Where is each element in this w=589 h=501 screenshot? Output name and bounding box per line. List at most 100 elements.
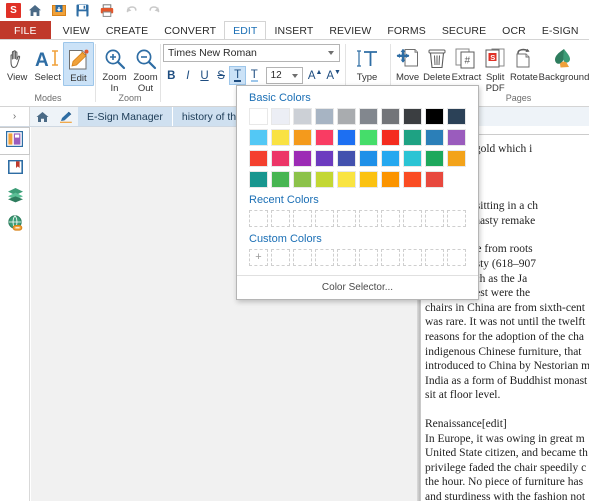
bold-button[interactable]: B — [163, 66, 180, 85]
print-icon[interactable] — [96, 2, 117, 20]
color-swatch[interactable] — [249, 171, 268, 188]
background-button[interactable]: Background — [539, 42, 589, 84]
color-swatch[interactable] — [447, 108, 466, 125]
color-swatch[interactable] — [425, 129, 444, 146]
zoom-in-button[interactable]: Zoom In — [99, 42, 130, 94]
color-swatch[interactable] — [271, 129, 290, 146]
recent-color-slot[interactable] — [403, 210, 422, 227]
shrink-font-button[interactable]: A▼ — [324, 66, 343, 85]
undo-icon[interactable] — [120, 2, 141, 20]
color-swatch[interactable] — [293, 150, 312, 167]
sidebar-item-links[interactable] — [0, 211, 30, 239]
color-swatch[interactable] — [293, 108, 312, 125]
color-swatch[interactable] — [271, 171, 290, 188]
color-swatch[interactable] — [381, 129, 400, 146]
underline-button[interactable]: U — [196, 66, 213, 85]
color-swatch[interactable] — [271, 150, 290, 167]
menu-item-ocr[interactable]: OCR — [494, 21, 534, 40]
font-family-select[interactable]: Times New Roman — [163, 44, 340, 62]
home-tab-icon[interactable] — [30, 107, 54, 126]
color-swatch[interactable] — [359, 108, 378, 125]
menu-item-review[interactable]: REVIEW — [321, 21, 379, 40]
basic-colors-grid[interactable] — [237, 108, 478, 192]
color-swatch[interactable] — [315, 150, 334, 167]
strikethrough-button[interactable]: S — [213, 66, 230, 85]
redo-icon[interactable] — [144, 2, 165, 20]
color-swatch[interactable] — [359, 129, 378, 146]
color-swatch[interactable] — [249, 129, 268, 146]
delete-page-button[interactable]: Delete — [422, 42, 451, 84]
color-swatch[interactable] — [447, 150, 466, 167]
recent-color-slot[interactable] — [425, 210, 444, 227]
recent-color-slot[interactable] — [337, 210, 356, 227]
color-swatch[interactable] — [425, 108, 444, 125]
rotate-page-button[interactable]: Rotate — [509, 42, 539, 84]
color-swatch[interactable] — [315, 108, 334, 125]
color-swatch[interactable] — [403, 129, 422, 146]
color-swatch[interactable] — [315, 129, 334, 146]
color-swatch[interactable] — [403, 171, 422, 188]
menu-item-file[interactable]: FILE — [0, 21, 51, 40]
color-swatch[interactable] — [403, 150, 422, 167]
highlight-color-button[interactable]: T — [246, 66, 263, 85]
color-selector-button[interactable]: Color Selector... — [237, 275, 478, 299]
mode-edit-button[interactable]: Edit — [62, 42, 95, 86]
extract-pages-button[interactable]: # Extract — [451, 42, 481, 84]
save-icon[interactable] — [72, 2, 93, 20]
menu-item-edit[interactable]: EDIT — [224, 21, 267, 40]
recent-color-slot[interactable] — [381, 210, 400, 227]
color-picker-popup[interactable]: Basic Colors Recent Colors Custom Colors… — [236, 85, 479, 300]
custom-color-slot[interactable] — [425, 249, 444, 266]
text-color-button[interactable]: T — [229, 66, 247, 85]
split-pdf-button[interactable]: S Split PDF — [482, 42, 509, 94]
color-swatch[interactable] — [293, 171, 312, 188]
custom-color-slot[interactable] — [293, 249, 312, 266]
custom-color-slot[interactable] — [403, 249, 422, 266]
sidebar-expand-toggle[interactable]: › — [0, 107, 30, 126]
recent-color-slot[interactable] — [271, 210, 290, 227]
color-swatch[interactable] — [249, 108, 268, 125]
color-swatch[interactable] — [359, 150, 378, 167]
grow-font-button[interactable]: A▲ — [306, 66, 325, 85]
menu-item-secure[interactable]: SECURE — [434, 21, 494, 40]
color-swatch[interactable] — [293, 129, 312, 146]
custom-color-slot[interactable] — [359, 249, 378, 266]
menu-item-insert[interactable]: INSERT — [266, 21, 321, 40]
home-icon[interactable] — [24, 2, 45, 20]
italic-button[interactable]: I — [180, 66, 197, 85]
recent-color-slot[interactable] — [359, 210, 378, 227]
color-swatch[interactable] — [315, 171, 334, 188]
mode-view-button[interactable]: View — [2, 42, 32, 84]
sidebar-item-bookmarks[interactable] — [0, 155, 30, 183]
custom-color-slot[interactable] — [337, 249, 356, 266]
recent-color-slot[interactable] — [315, 210, 334, 227]
color-swatch[interactable] — [381, 108, 400, 125]
color-swatch[interactable] — [337, 150, 356, 167]
menu-item-esign[interactable]: E-SIGN — [534, 21, 587, 40]
esign-pen-icon[interactable] — [54, 107, 78, 126]
move-page-button[interactable]: Move — [393, 42, 422, 84]
add-custom-color-button[interactable]: + — [249, 249, 268, 266]
color-swatch[interactable] — [447, 129, 466, 146]
menu-item-convert[interactable]: CONVERT — [156, 21, 224, 40]
mode-select-button[interactable]: A Select — [32, 42, 62, 84]
document-tab-esign-manager[interactable]: E-Sign Manager — [78, 107, 173, 126]
color-swatch[interactable] — [425, 171, 444, 188]
type-text-button[interactable]: Type — [348, 42, 386, 84]
sidebar-item-thumbnails[interactable] — [0, 127, 30, 155]
color-swatch[interactable] — [337, 171, 356, 188]
custom-color-slot[interactable] — [381, 249, 400, 266]
menu-item-forms[interactable]: FORMS — [379, 21, 433, 40]
open-file-icon[interactable] — [48, 2, 69, 20]
color-swatch[interactable] — [337, 108, 356, 125]
menu-item-view[interactable]: VIEW — [55, 21, 98, 40]
recent-color-slot[interactable] — [293, 210, 312, 227]
custom-color-slot[interactable] — [315, 249, 334, 266]
custom-color-slot[interactable] — [271, 249, 290, 266]
recent-colors-grid[interactable] — [237, 210, 478, 231]
color-swatch[interactable] — [271, 108, 290, 125]
custom-colors-grid[interactable]: + — [237, 249, 478, 270]
color-swatch[interactable] — [403, 108, 422, 125]
recent-color-slot[interactable] — [249, 210, 268, 227]
color-swatch[interactable] — [381, 171, 400, 188]
